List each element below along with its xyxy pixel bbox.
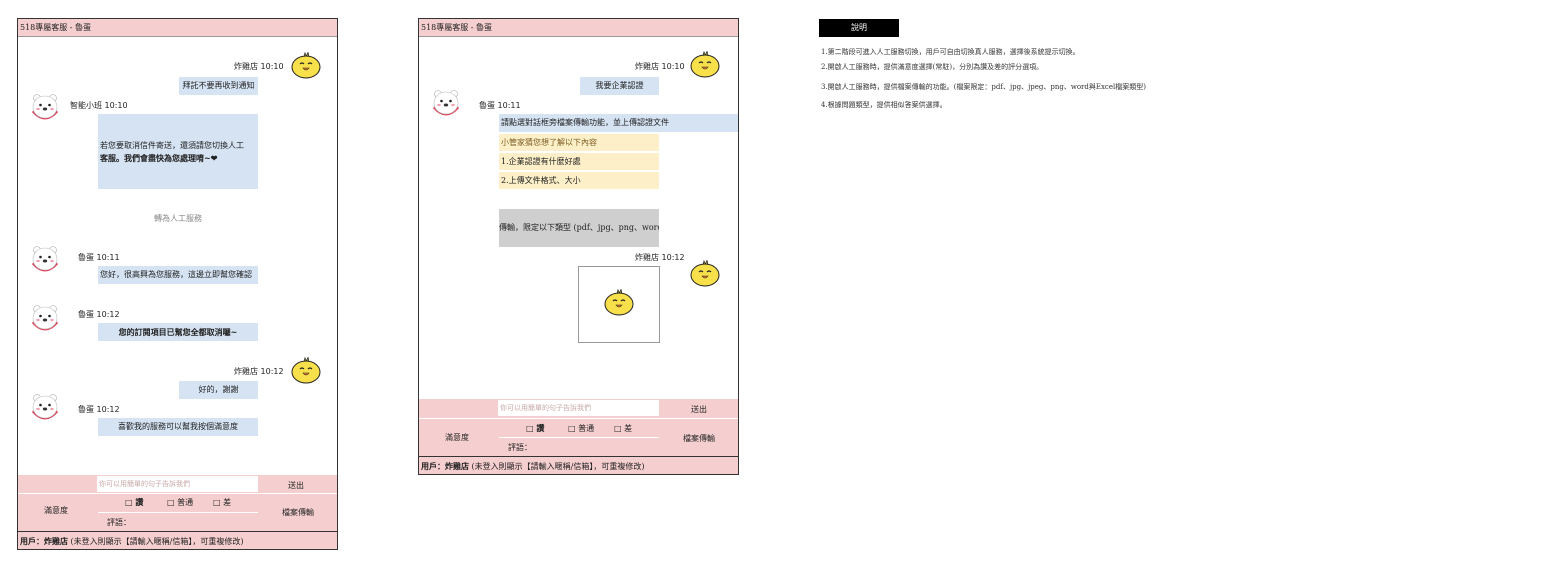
chat-footer: 你可以用簡單的句子告訴我們 送出 滿意度 □ 讚 □ 普通 □ 差 評語： 檔案… — [18, 475, 337, 531]
message-bubble: 我要企業認證 — [580, 77, 659, 95]
chick-avatar-icon — [604, 289, 634, 316]
sender-label: 炸雞店 10:10 — [234, 62, 284, 71]
checkbox-icon: □ — [167, 498, 175, 507]
sender-label: 魯蛋 10:11 — [479, 101, 521, 110]
send-button[interactable]: 送出 — [266, 478, 326, 494]
faq-option[interactable]: 2.上傳文件格式、大小 — [499, 172, 659, 189]
user-status-bar: 用戶：炸雞店 (未登入則顯示【請輸入暱稱/信箱】，可重複修改) — [18, 531, 337, 549]
satisfaction-label: 滿意度 — [445, 433, 469, 442]
sender-label: 炸雞店 10:12 — [635, 253, 685, 262]
message-bubble: 您好，很高興為您服務，這邊立即幫您確認 — [98, 266, 258, 284]
note-line: 1.第二階段可進入人工服務切換，用戶可自由切換真人服務，選擇後系統提示切換。 — [821, 48, 1080, 56]
message-text: 客服。我們會盡快為您處理唷~❤ — [100, 153, 218, 163]
chick-avatar-icon — [690, 51, 720, 78]
send-button[interactable]: 送出 — [669, 402, 729, 418]
chick-avatar-icon — [291, 357, 321, 384]
message-bubble: 您的訂閱項目已幫您全都取消囉~ — [98, 323, 258, 341]
bear-avatar-icon — [31, 93, 59, 123]
user-status-bar: 用戶：炸雞店 (未登入則顯示【請輸入暱稱/信箱】，可重複修改) — [419, 456, 738, 474]
chick-avatar-icon — [291, 52, 321, 79]
chick-avatar-icon — [690, 260, 720, 287]
divider — [18, 493, 337, 494]
divider — [419, 418, 738, 419]
comment-label[interactable]: 評語： — [107, 517, 131, 528]
checkbox-icon: □ — [614, 424, 622, 433]
satisfaction-label: 滿意度 — [44, 506, 68, 515]
comment-label[interactable]: 評語： — [508, 442, 532, 453]
rating-option-bad[interactable]: □ 差 — [213, 497, 231, 508]
sender-label: 炸雞店 10:12 — [234, 367, 284, 376]
message-bubble: 好的，謝謝 — [179, 381, 258, 399]
rating-option-bad[interactable]: □ 差 — [614, 423, 632, 434]
checkbox-icon: □ — [213, 498, 221, 507]
message-bubble: 拜託不要再收到通知 — [179, 77, 258, 95]
message-input[interactable]: 你可以用簡單的句子告訴我們 — [498, 400, 659, 416]
bear-avatar-icon — [432, 89, 460, 119]
sender-label: 魯蛋 10:12 — [78, 310, 120, 319]
notes-title: 說明 — [819, 19, 899, 37]
file-transfer-button[interactable]: 檔案傳輸 — [268, 507, 328, 518]
bear-avatar-icon — [31, 304, 59, 334]
checkbox-icon: □ — [526, 423, 534, 433]
message-bubble: 請點選對話框旁檔案傳輸功能，並上傳認證文件 — [499, 114, 738, 132]
sender-label: 魯蛋 10:11 — [78, 253, 120, 262]
chat-window-manual-service: 518專屬客服 - 魯蛋 炸雞店 10:10 拜託不要再收到通知 智能小班 10… — [17, 18, 338, 550]
sender-label: 炸雞店 10:10 — [635, 62, 685, 71]
sender-label: 魯蛋 10:12 — [78, 405, 120, 414]
checkbox-icon: □ — [125, 497, 133, 507]
chat-window-file-transfer: 518專屬客服 - 魯蛋 炸雞店 10:10 我要企業認證 魯蛋 10:11 請… — [418, 18, 739, 475]
rating-option-normal[interactable]: □ 普通 — [167, 497, 193, 508]
chat-title: 518專屬客服 - 魯蛋 — [18, 19, 337, 37]
note-line: 2.開啟人工服務時，提供滿意度選擇(常駐)，分別為讚及差的評分選項。 — [821, 63, 1044, 71]
message-bubble: 傳輸，限定以下類型 (pdf、jpg、png、word — [499, 209, 659, 247]
checkbox-icon: □ — [568, 424, 576, 433]
chat-title: 518專屬客服 - 魯蛋 — [419, 19, 738, 37]
message-text: 若您要取消信件寄送，還須請您切換人工 — [100, 141, 244, 150]
faq-header: 小管家猜您想了解以下內容 — [499, 134, 659, 151]
faq-option[interactable]: 1.企業認證有什麼好處 — [499, 153, 659, 170]
message-bubble: 喜歡我的服務可以幫我按個滿意度 — [98, 418, 258, 436]
bear-avatar-icon — [31, 393, 59, 423]
note-line: 4.根據問題類型，提供相似答案供選擇。 — [821, 101, 947, 109]
divider — [499, 437, 659, 438]
message-bubble: 若您要取消信件寄送，還須請您切換人工 客服。我們會盡快為您處理唷~❤ — [98, 114, 258, 189]
note-line: 3.開啟人工服務時，提供檔案傳輸的功能。(檔案限定：pdf、jpg、jpeg、p… — [821, 83, 1146, 91]
rating-option-good[interactable]: □ 讚 — [125, 497, 143, 508]
file-transfer-button[interactable]: 檔案傳輸 — [669, 433, 729, 444]
system-notice: 轉為人工服務 — [154, 214, 202, 223]
bear-avatar-icon — [31, 245, 59, 275]
chat-footer: 你可以用簡單的句子告訴我們 送出 滿意度 □ 讚 □ 普通 □ 差 評語： 檔案… — [419, 399, 738, 456]
rating-option-normal[interactable]: □ 普通 — [568, 423, 594, 434]
rating-option-good[interactable]: □ 讚 — [526, 423, 544, 434]
image-attachment[interactable] — [578, 266, 660, 343]
divider — [98, 512, 258, 513]
sender-label: 智能小班 10:10 — [70, 101, 128, 110]
message-input[interactable]: 你可以用簡單的句子告訴我們 — [97, 476, 258, 492]
